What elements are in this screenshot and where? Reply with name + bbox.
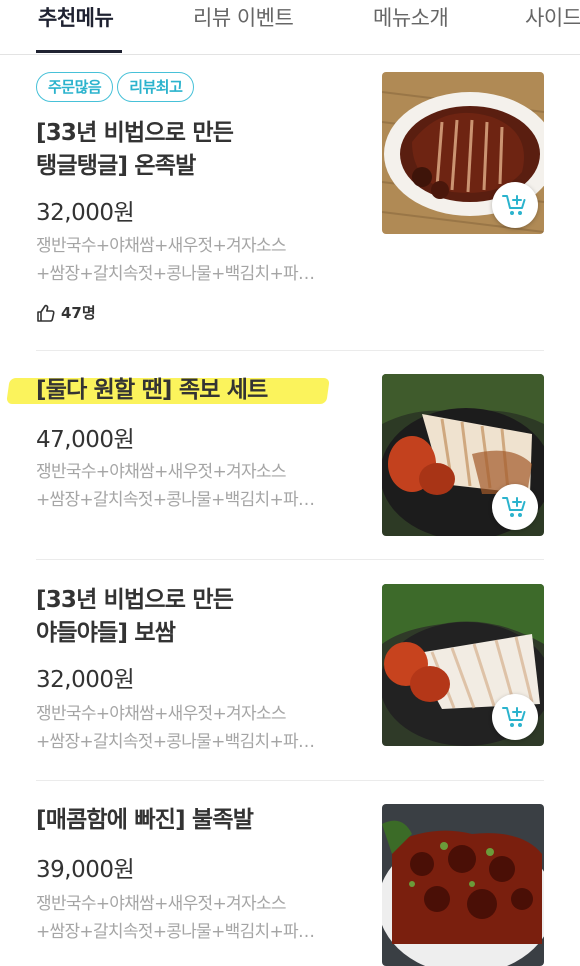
jokbo-set-photo[interactable]: [382, 374, 544, 536]
menu-item-bossam[interactable]: [33년 비법으로 만든 야들야들] 보쌈 32,000원 쟁반국수+야채쌈+새…: [36, 584, 544, 752]
menu-item-description: 쟁반국수+야채쌈+새우젓+겨자소스 +쌈장+갈치속젓+콩나물+백김치+파…: [36, 458, 356, 514]
menu-item-jokbo-set[interactable]: [둘다 원할 땐] 족보 세트 47,000원 쟁반국수+야채쌈+새우젓+겨자소…: [6, 374, 544, 536]
title-line: [33년 비법으로 만든: [36, 120, 234, 146]
tab-recommended-menu[interactable]: 추천메뉴: [38, 2, 114, 32]
menu-item-price: 47,000원: [36, 427, 135, 453]
add-to-cart-button[interactable]: [492, 694, 538, 740]
description-line: +쌈장+갈치속젓+콩나물+백김치+파…: [36, 490, 315, 510]
title-line: 탱글탱글] 온족발: [36, 153, 196, 179]
tab-review-event[interactable]: 리뷰 이벤트: [193, 2, 294, 32]
title-line: [매콤함에 빠진] 불족발: [36, 807, 254, 833]
description-line: +쌈장+갈치속젓+콩나물+백김치+파…: [36, 732, 315, 752]
cart-add-icon: [502, 497, 526, 517]
tab-side[interactable]: 사이드: [525, 2, 580, 32]
description-line: +쌈장+갈치속젓+콩나물+백김치+파…: [36, 922, 315, 942]
item-divider: [36, 350, 544, 351]
active-tab-indicator: [36, 50, 122, 53]
add-to-cart-button[interactable]: [492, 484, 538, 530]
badge-most-ordered: 주문많음: [36, 72, 114, 102]
menu-item-title: [33년 비법으로 만든 탱글탱글] 온족발: [36, 117, 336, 183]
braised-pork-trotters-photo[interactable]: [382, 72, 544, 234]
description-line: 쟁반국수+야채쌈+새우젓+겨자소스: [36, 236, 286, 256]
menu-item-title: [둘다 원할 땐] 족보 세트: [36, 374, 356, 407]
menu-item-title: [매콤함에 빠진] 불족발: [36, 804, 336, 837]
menu-item-on-jokbal[interactable]: 주문많음 리뷰최고 [33년 비법으로 만든 탱글탱글] 온족발 32,000원 …: [36, 72, 544, 334]
menu-item-description: 쟁반국수+야채쌈+새우젓+겨자소스 +쌈장+갈치속젓+콩나물+백김치+파…: [36, 890, 356, 946]
description-line: 쟁반국수+야채쌈+새우젓+겨자소스: [36, 704, 286, 724]
description-line: +쌈장+갈치속젓+콩나물+백김치+파…: [36, 264, 315, 284]
title-line: 야들야들] 보쌈: [36, 620, 176, 646]
menu-item-price: 32,000원: [36, 667, 135, 693]
item-divider: [36, 780, 544, 781]
cart-add-icon: [502, 707, 526, 727]
description-line: 쟁반국수+야채쌈+새우젓+겨자소스: [36, 894, 286, 914]
tab-menu-intro[interactable]: 메뉴소개: [373, 2, 449, 32]
menu-item-fire-jokbal[interactable]: [매콤함에 빠진] 불족발 39,000원 쟁반국수+야채쌈+새우젓+겨자소스 …: [36, 804, 544, 966]
menu-item-description: 쟁반국수+야채쌈+새우젓+겨자소스 +쌈장+갈치속젓+콩나물+백김치+파…: [36, 700, 356, 756]
item-divider: [36, 559, 544, 560]
thumbs-up-icon: [37, 304, 55, 322]
title-line: [33년 비법으로 만든: [36, 587, 234, 613]
category-tab-bar: 추천메뉴 리뷰 이벤트 메뉴소개 사이드: [0, 0, 580, 55]
menu-item-price: 32,000원: [36, 200, 135, 226]
description-line: 쟁반국수+야채쌈+새우젓+겨자소스: [36, 462, 286, 482]
bossam-photo[interactable]: [382, 584, 544, 746]
likes-count: 47명: [36, 302, 96, 323]
badge-group: 주문많음 리뷰최고: [36, 72, 198, 104]
cart-add-icon: [502, 195, 526, 215]
add-to-cart-button[interactable]: [492, 182, 538, 228]
menu-item-title: [33년 비법으로 만든 야들야들] 보쌈: [36, 584, 336, 650]
menu-item-price: 39,000원: [36, 857, 135, 883]
likes-label: 47명: [61, 304, 96, 322]
title-line: [둘다 원할 땐] 족보 세트: [36, 377, 268, 403]
menu-item-description: 쟁반국수+야채쌈+새우젓+겨자소스 +쌈장+갈치속젓+콩나물+백김치+파…: [36, 232, 356, 288]
badge-best-review: 리뷰최고: [117, 72, 195, 102]
spicy-fire-jokbal-photo[interactable]: [382, 804, 544, 966]
